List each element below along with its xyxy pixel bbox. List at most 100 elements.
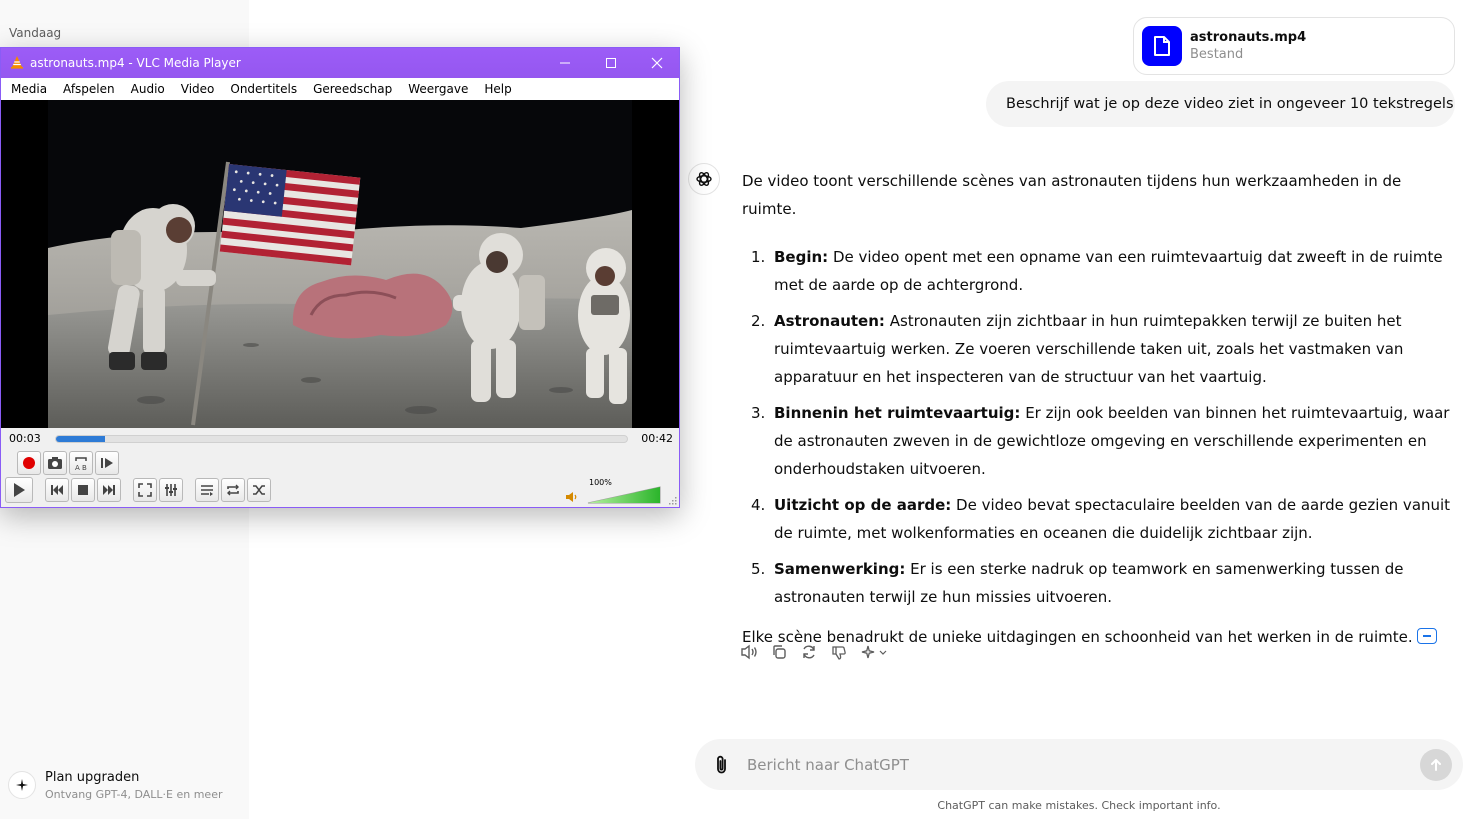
menu-gereedschap[interactable]: Gereedschap: [305, 82, 400, 96]
disclaimer-text: ChatGPT can make mistakes. Check importa…: [937, 799, 1221, 812]
time-elapsed: 00:03: [9, 432, 41, 445]
seek-slider[interactable]: [55, 435, 628, 443]
minimize-button[interactable]: [542, 48, 588, 78]
seek-progress: [56, 436, 105, 442]
attach-paperclip-icon[interactable]: [712, 754, 732, 776]
upgrade-title: Plan upgraden: [45, 770, 140, 785]
list-number: 1.: [751, 248, 766, 266]
playlist-button[interactable]: [195, 478, 219, 502]
code-interpreter-icon[interactable]: [1416, 628, 1437, 644]
record-button[interactable]: [17, 451, 41, 475]
volume-slider[interactable]: [587, 486, 661, 504]
menu-ondertitels[interactable]: Ondertitels: [222, 82, 305, 96]
file-name: astronauts.mp4: [1190, 30, 1307, 45]
arrow-up-icon: [1431, 759, 1441, 771]
loop-ab-button[interactable]: A B: [69, 451, 93, 475]
thumbs-down-icon[interactable]: [830, 643, 848, 661]
answer-list: 1. Begin: De video opent met een opname v…: [742, 243, 1457, 611]
chatgpt-logo-icon: [688, 163, 720, 195]
minimize-icon: [560, 62, 570, 64]
vlc-cone-icon: [10, 55, 24, 72]
list-item: 2. Astronauten: Astronauten zijn zichtbaa…: [742, 307, 1457, 391]
list-number: 4.: [751, 496, 766, 514]
skip-forward-icon: [103, 485, 115, 495]
svg-text:A B: A B: [75, 464, 87, 471]
shuffle-button[interactable]: [247, 478, 271, 502]
maximize-icon: [606, 58, 616, 68]
advanced-controls: A B: [17, 449, 121, 477]
stop-icon: [78, 485, 88, 495]
vlc-menubar: Media Afspelen Audio Video Ondertitels G…: [1, 78, 679, 100]
list-item-title: Begin:: [774, 248, 829, 266]
menu-weergave[interactable]: Weergave: [400, 82, 476, 96]
previous-button[interactable]: [45, 478, 69, 502]
menu-media[interactable]: Media: [3, 82, 55, 96]
playlist-icon: [201, 485, 213, 496]
model-switch-sparkle-icon[interactable]: [860, 643, 890, 661]
user-message: Beschrijf wat je op deze video ziet in o…: [986, 81, 1455, 127]
record-icon: [23, 457, 35, 469]
answer-intro: De video toont verschillende scènes van …: [742, 172, 1402, 218]
message-composer: [695, 739, 1463, 790]
list-number: 5.: [751, 560, 766, 578]
close-button[interactable]: [634, 48, 680, 78]
list-item: 3. Binnenin het ruimtevaartuig: Er zijn o…: [742, 399, 1457, 483]
message-input[interactable]: [747, 751, 1407, 778]
stop-button[interactable]: [71, 478, 95, 502]
list-item-title: Uitzicht op de aarde:: [774, 496, 952, 514]
sparkle-icon: [8, 771, 36, 799]
play-button[interactable]: [5, 477, 33, 503]
menu-audio[interactable]: Audio: [123, 82, 173, 96]
vlc-window-title: astronauts.mp4 - VLC Media Player: [30, 56, 241, 70]
list-item-text: De video opent met een opname van een ru…: [774, 248, 1443, 294]
vlc-window: astronauts.mp4 - VLC Media Player Media …: [0, 47, 680, 508]
list-number: 3.: [751, 404, 766, 422]
list-item-title: Binnenin het ruimtevaartuig:: [774, 404, 1021, 422]
list-item: 4. Uitzicht op de aarde: De video bevat s…: [742, 491, 1457, 547]
list-number: 2.: [751, 312, 766, 330]
regenerate-icon[interactable]: [800, 643, 818, 661]
file-type: Bestand: [1190, 47, 1244, 62]
menu-video[interactable]: Video: [173, 82, 223, 96]
copy-icon[interactable]: [770, 643, 788, 661]
time-total: 00:42: [641, 432, 673, 445]
loop-ab-icon: A B: [75, 457, 87, 471]
video-frame[interactable]: [1, 100, 679, 428]
moon-landing-video-image: [48, 100, 632, 428]
seek-bar-row: 00:03 00:42: [1, 428, 679, 450]
upgrade-subtitle: Ontvang GPT-4, DALL·E en meer: [45, 788, 223, 801]
extended-settings-button[interactable]: [159, 478, 183, 502]
upgrade-plan-button[interactable]: Plan upgraden Ontvang GPT-4, DALL·E en m…: [8, 766, 240, 808]
assistant-answer: De video toont verschillende scènes van …: [742, 167, 1457, 651]
frame-step-button[interactable]: [95, 451, 119, 475]
shuffle-icon: [253, 485, 265, 495]
read-aloud-icon[interactable]: [740, 643, 758, 661]
list-item: 5. Samenwerking: Er is een sterke nadruk …: [742, 555, 1457, 611]
close-icon: [651, 57, 663, 69]
skip-back-icon: [51, 485, 63, 495]
list-item-title: Samenwerking:: [774, 560, 906, 578]
sidebar-section-label: Vandaag: [9, 26, 62, 40]
send-button[interactable]: [1420, 749, 1452, 781]
list-item: 1. Begin: De video opent met een opname v…: [742, 243, 1457, 299]
menu-afspelen[interactable]: Afspelen: [55, 82, 123, 96]
loop-button[interactable]: [221, 478, 245, 502]
fullscreen-button[interactable]: [133, 478, 157, 502]
list-item-title: Astronauten:: [774, 312, 885, 330]
repeat-icon: [227, 484, 239, 496]
equalizer-icon: [165, 484, 177, 496]
main-controls: [5, 476, 273, 504]
speaker-icon: [566, 492, 577, 502]
file-icon: [1142, 26, 1182, 66]
attached-file-card[interactable]: astronauts.mp4 Bestand: [1133, 17, 1455, 75]
next-button[interactable]: [97, 478, 121, 502]
resize-grip-icon[interactable]: [669, 497, 677, 505]
message-actions: [740, 643, 890, 661]
play-icon: [14, 483, 25, 497]
vlc-titlebar[interactable]: astronauts.mp4 - VLC Media Player: [1, 48, 679, 78]
snapshot-button[interactable]: [43, 451, 67, 475]
maximize-button[interactable]: [588, 48, 634, 78]
menu-help[interactable]: Help: [476, 82, 519, 96]
fullscreen-icon: [138, 483, 152, 497]
camera-icon: [48, 457, 62, 469]
